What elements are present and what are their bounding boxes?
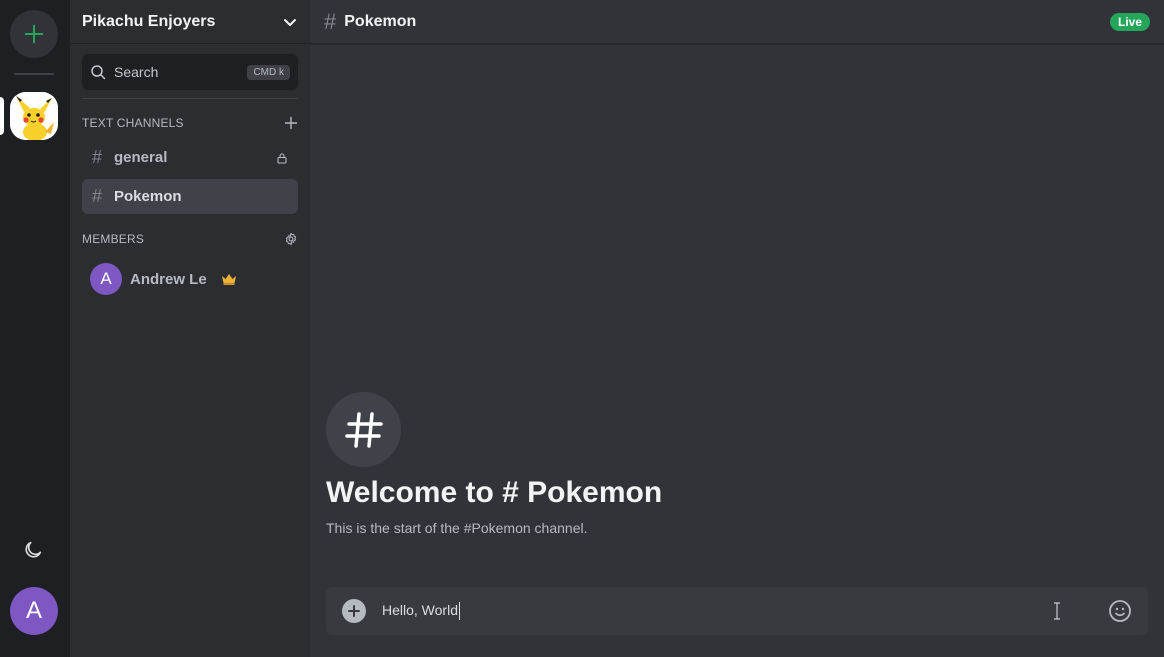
gear-icon <box>285 232 297 246</box>
avatar: A <box>90 263 122 295</box>
search-button[interactable]: Search CMD k <box>82 54 298 90</box>
message-input-value: Hello, World <box>382 601 458 618</box>
lock-icon <box>277 152 287 164</box>
channel-sidebar: Pikachu Enjoyers Search CMD k TEXT CHANN… <box>70 0 310 657</box>
emoji-icon <box>1109 600 1131 622</box>
members-title: MEMBERS <box>82 232 145 246</box>
members-header: MEMBERS <box>82 231 298 247</box>
hash-icon: # <box>92 186 103 206</box>
hash-icon: # <box>92 147 103 167</box>
pikachu-server-icon <box>10 92 58 140</box>
plus-icon <box>24 24 44 44</box>
channel-item-pokemon[interactable]: # Pokemon <box>82 179 298 214</box>
plus-icon <box>284 116 298 130</box>
text-channels-header: TEXT CHANNELS <box>82 115 298 131</box>
create-channel-button[interactable] <box>284 116 298 130</box>
chat-header: # Pokemon Live <box>310 0 1164 45</box>
hash-icon: # <box>324 8 337 34</box>
crown-icon <box>221 274 236 285</box>
moon-icon <box>25 541 42 558</box>
emoji-button[interactable] <box>1108 599 1132 623</box>
server-rail: A <box>0 0 70 657</box>
sidebar-divider <box>82 98 298 99</box>
rail-divider <box>14 73 54 75</box>
member-name: Andrew Le <box>130 270 207 288</box>
app: A Pikachu Enjoyers Search CMD k TEXT CHA… <box>0 0 1164 657</box>
welcome-subtitle: This is the start of the #Pokemon channe… <box>326 520 588 536</box>
server-header[interactable]: Pikachu Enjoyers <box>70 0 310 44</box>
plus-icon <box>348 605 360 617</box>
channel-title: Pokemon <box>344 12 417 30</box>
message-composer: Hello, World <box>326 587 1148 635</box>
text-channels-title: TEXT CHANNELS <box>82 116 184 130</box>
server-name: Pikachu Enjoyers <box>82 12 216 30</box>
channel-label: general <box>114 149 168 166</box>
welcome-channel-icon <box>326 392 401 467</box>
status-badge: Live <box>1109 12 1150 31</box>
search-label: Search <box>114 64 159 80</box>
chat-area: # Pokemon Live Welcome to # Pokemon This… <box>310 0 1164 657</box>
chevron-down-icon <box>282 14 298 30</box>
channel-item-general[interactable]: # general <box>82 140 298 175</box>
attach-button[interactable] <box>342 599 366 623</box>
channel-label: Pokemon <box>114 188 182 205</box>
member-item-andrew-le[interactable]: A Andrew Le <box>90 263 237 295</box>
server-selected-pill <box>0 97 4 135</box>
hash-icon <box>344 411 383 448</box>
search-icon <box>91 65 106 80</box>
manage-members-button[interactable] <box>284 232 298 246</box>
search-shortcut: CMD k <box>247 64 290 80</box>
text-cursor-icon <box>1054 602 1060 620</box>
welcome-title: Welcome to # Pokemon <box>326 476 663 509</box>
message-input[interactable]: Hello, World <box>382 601 1052 621</box>
theme-toggle-button[interactable] <box>22 539 44 561</box>
server-icon-pikachu[interactable] <box>10 92 58 140</box>
add-server-button[interactable] <box>10 10 58 58</box>
user-avatar[interactable]: A <box>10 587 58 635</box>
text-caret <box>459 602 460 621</box>
